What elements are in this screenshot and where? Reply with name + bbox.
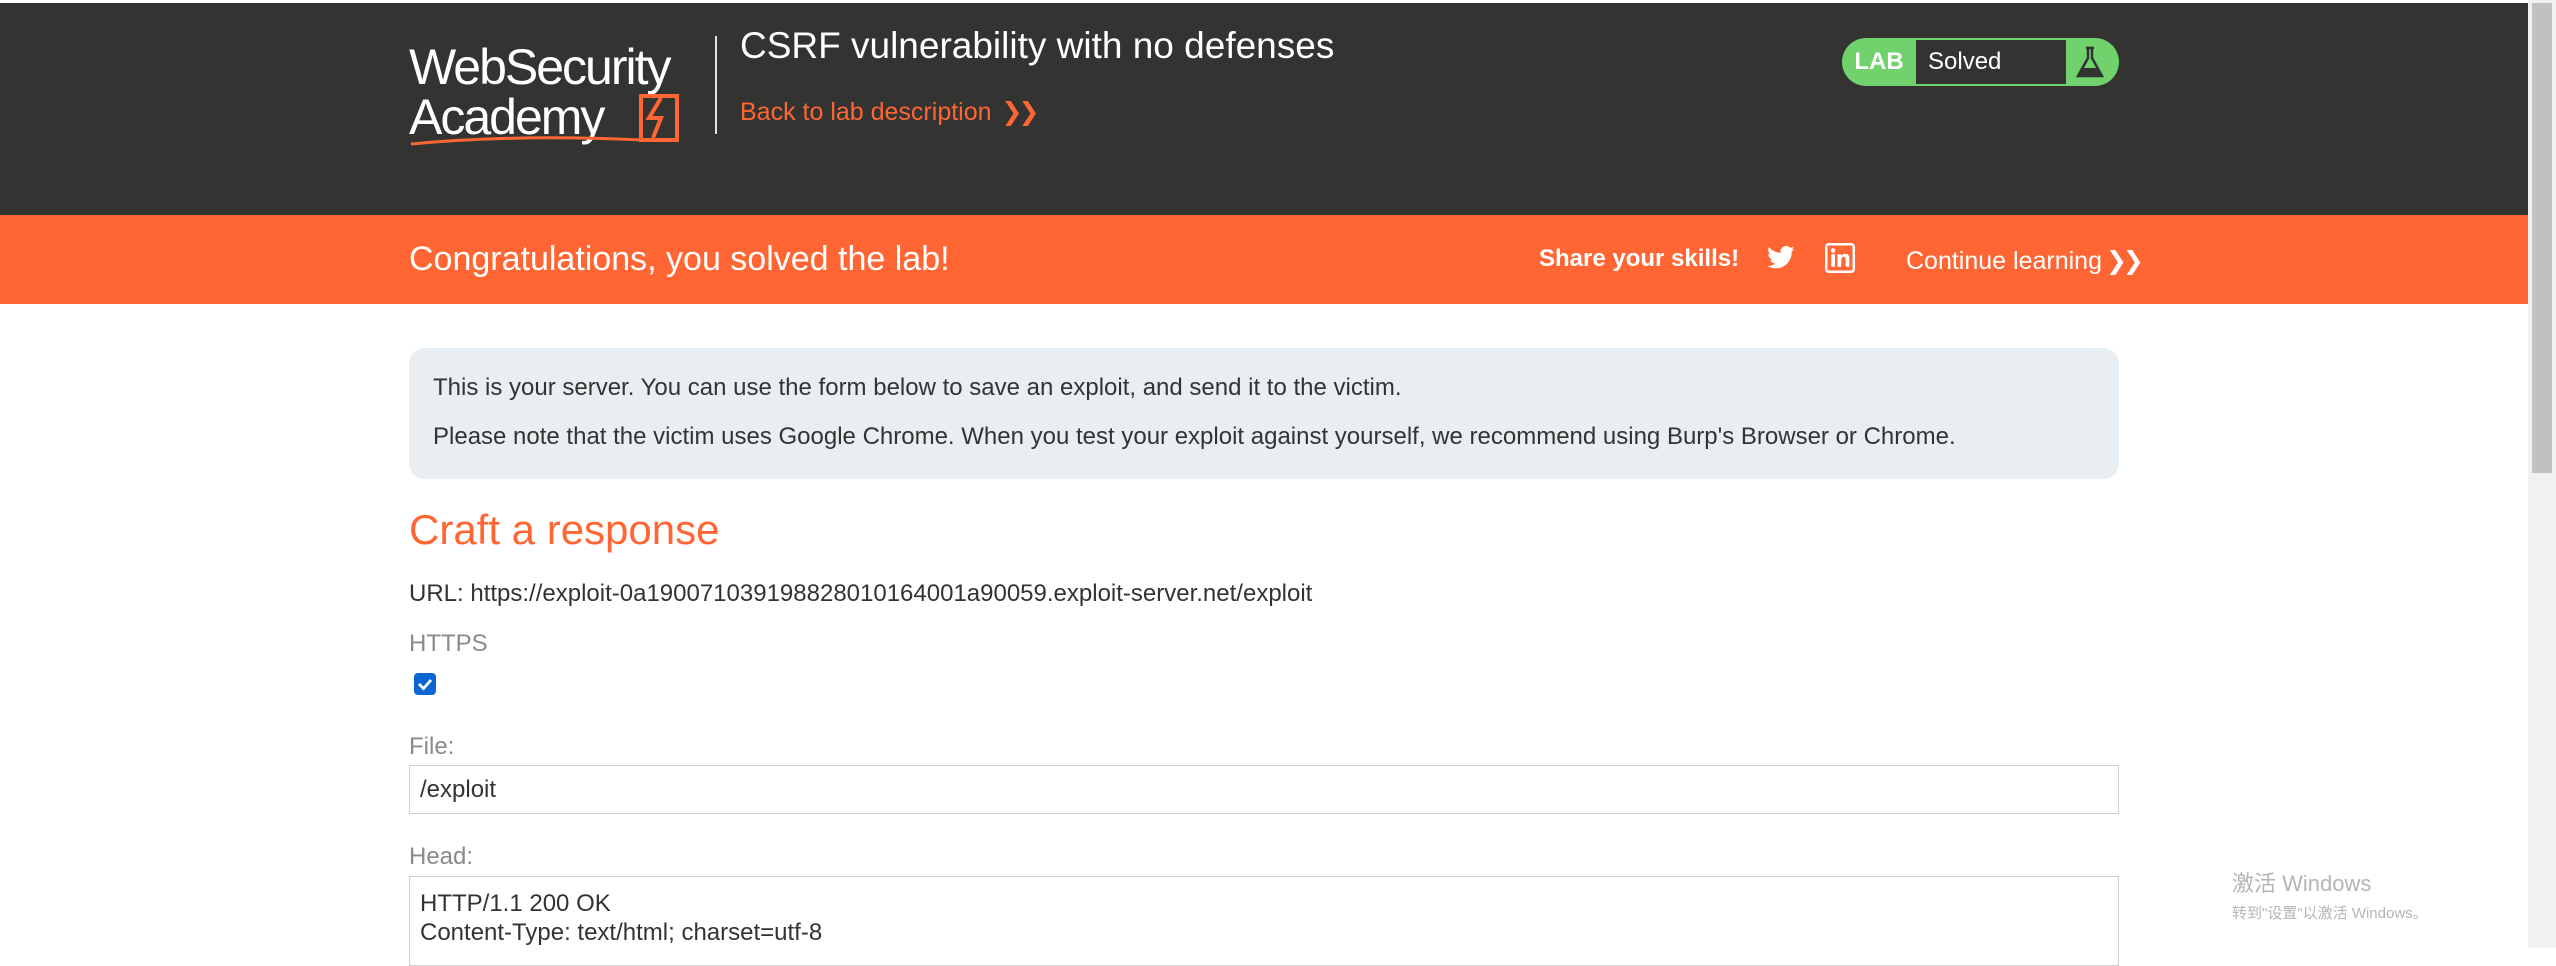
file-input[interactable]: /exploit (409, 765, 2119, 814)
linkedin-icon[interactable] (1825, 243, 1855, 273)
back-to-lab-description-link[interactable]: Back to lab description ❯❯ (740, 97, 1040, 127)
browser-note-text: Please note that the victim uses Google … (433, 423, 1956, 450)
head-line-content-type: Content-Type: text/html; charset=utf-8 (420, 919, 823, 946)
lab-header: WebSecurity Academy CSRF vulnerability w… (0, 3, 2528, 215)
exploit-url: URL: https://exploit-0a19007103919882801… (409, 580, 1313, 607)
double-chevron-right-icon: ❯❯ (2105, 247, 2144, 275)
web-security-academy-logo[interactable]: WebSecurity Academy (409, 34, 709, 148)
https-checkbox[interactable] (414, 673, 436, 695)
page-scrollbar[interactable] (2528, 0, 2556, 948)
head-line-status: HTTP/1.1 200 OK (420, 890, 611, 917)
head-label: Head: (409, 843, 474, 870)
watermark-line1: 激活 Windows (2232, 871, 2372, 896)
lab-title: CSRF vulnerability with no defenses (740, 25, 1335, 66)
lab-status-text: Solved (1916, 40, 2066, 84)
craft-response-heading: Craft a response (409, 506, 720, 553)
continue-learning-label: Continue learning (1906, 247, 2102, 275)
double-chevron-right-icon: ❯❯ (1001, 98, 1040, 126)
file-label: File: (409, 733, 455, 760)
congratulations-message: Congratulations, you solved the lab! (409, 240, 950, 278)
back-link-label: Back to lab description (740, 98, 992, 126)
lab-status-widget: LAB Solved (1842, 38, 2119, 86)
head-textarea[interactable]: HTTP/1.1 200 OK Content-Type: text/html;… (409, 876, 2119, 966)
twitter-icon[interactable] (1765, 243, 1797, 273)
lab-label: LAB (1854, 48, 1904, 75)
windows-activation-watermark: 激活 Windows 转到"设置"以激活 Windows。 (2232, 866, 2428, 923)
solved-banner: Congratulations, you solved the lab! Sha… (0, 215, 2528, 304)
scrollbar-thumb[interactable] (2532, 3, 2552, 473)
logo-text-line1: WebSecurity (409, 39, 672, 95)
server-info-text: This is your server. You can use the for… (433, 374, 1402, 401)
flask-icon (2075, 46, 2105, 78)
logo-divider (715, 36, 717, 134)
continue-learning-link[interactable]: Continue learning ❯❯ (1906, 246, 2144, 276)
server-info-box: This is your server. You can use the for… (409, 348, 2119, 479)
watermark-line2: 转到"设置"以激活 Windows。 (2232, 905, 2428, 922)
checkmark-icon (418, 679, 433, 691)
share-skills-label: Share your skills! (1539, 245, 1740, 272)
https-label: HTTPS (409, 630, 488, 657)
logo-bolt (645, 96, 664, 139)
